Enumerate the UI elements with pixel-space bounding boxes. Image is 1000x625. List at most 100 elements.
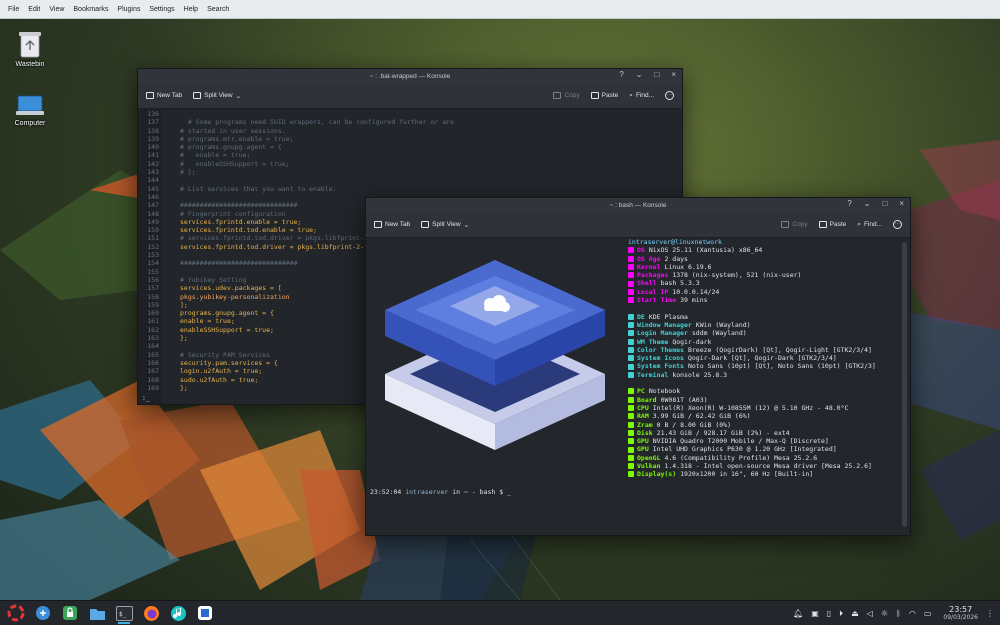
maximize-icon[interactable]: □ — [654, 70, 659, 79]
keepassxc-icon — [63, 606, 77, 620]
bluetooth-icon[interactable]: ᛒ — [896, 609, 901, 618]
folder-icon — [89, 608, 105, 620]
notifications-icon[interactable]: 🔔︎ — [793, 609, 803, 618]
media-player-icon[interactable]: ⏵ — [839, 609, 843, 619]
split-view-button[interactable]: Split View ⌄ — [421, 221, 469, 229]
line-number: 164 — [147, 342, 159, 351]
menu-search[interactable]: Search — [207, 6, 229, 13]
taskbar-app-office[interactable] — [194, 602, 216, 624]
close-icon[interactable]: × — [671, 70, 676, 79]
fastfetch-key: System Fonts — [637, 362, 684, 371]
menu-button[interactable]: ⋯ — [665, 91, 674, 100]
taskbar-app-music[interactable] — [167, 602, 189, 624]
line-number: 169 — [147, 383, 159, 392]
new-tab-label: New Tab — [157, 92, 183, 99]
minimize-icon[interactable]: ⌄ — [864, 199, 871, 208]
window-titlebar[interactable]: ~ : bash — Konsole ? ⌄ □ × — [366, 198, 910, 212]
wifi-icon[interactable]: ◠ — [909, 609, 916, 618]
desktop-environment-icon — [628, 313, 634, 320]
firefox-icon — [143, 605, 159, 621]
menu-edit[interactable]: Edit — [28, 6, 40, 13]
fastfetch-value: 4.6 (Compatibility Profile) Mesa 25.2.6 — [664, 453, 818, 462]
fastfetch-key: Vulkan — [637, 462, 661, 471]
menu-file[interactable]: File — [8, 6, 19, 13]
fastfetch-row: Color Themes Breeze (QogirDark) [Qt], Qog… — [628, 346, 876, 354]
paste-icon — [590, 92, 599, 99]
code-line: # enable = true; — [180, 151, 251, 160]
taskbar-app-firefox[interactable] — [140, 602, 162, 624]
menu-help[interactable]: Help — [184, 6, 198, 13]
fastfetch-key: DE — [637, 312, 645, 321]
menu-view[interactable]: View — [49, 6, 64, 13]
taskbar-app-konsole[interactable]: $_ — [113, 602, 135, 624]
fastfetch-value: 39 mins — [680, 296, 708, 305]
search-icon: ⌕ — [857, 220, 861, 228]
show-desktop-icon[interactable]: ⋮ — [986, 609, 994, 618]
app-menubar: File Edit View Bookmarks Plugins Setting… — [0, 0, 1000, 19]
desktop-icon-computer[interactable]: Computer — [2, 95, 58, 127]
music-player-icon — [170, 605, 186, 621]
clipboard-icon[interactable]: ▣ — [811, 609, 819, 618]
code-line: # programs.mtr.enable = true; — [180, 134, 294, 143]
close-icon[interactable]: × — [899, 199, 904, 208]
terminal-scrollbar[interactable] — [902, 242, 907, 527]
app-launcher-button[interactable] — [5, 602, 27, 624]
menu-settings[interactable]: Settings — [149, 6, 174, 13]
fastfetch-row: CPU Intel(R) Xeon(R) W-10855M (12) @ 5.10… — [628, 404, 876, 412]
fastfetch-value: KWin (Wayland) — [695, 320, 751, 329]
copy-button[interactable]: Copy — [781, 221, 808, 228]
find-button[interactable]: ⌕ Find... — [857, 221, 882, 229]
menu-button[interactable]: ⋯ — [893, 220, 902, 229]
fastfetch-row: GPU Intel UHD Graphics P630 @ 1.20 GHz [I… — [628, 445, 876, 453]
fastfetch-row: Display(s) 1920x1200 in 16", 60 Hz [Built… — [628, 470, 876, 478]
menu-plugins[interactable]: Plugins — [117, 6, 140, 13]
taskbar-app-files[interactable] — [86, 602, 108, 624]
window-titlebar[interactable]: ~ : .bat-wrapped — Konsole ? ⌄ □ × — [138, 69, 682, 83]
paste-button[interactable]: Paste — [818, 221, 847, 228]
maximize-icon[interactable]: □ — [882, 199, 887, 208]
device-icon[interactable]: ▯ — [827, 609, 831, 618]
line-number: 157 — [147, 284, 159, 293]
fastfetch-row: Kernel Linux 6.19.6 — [628, 263, 876, 271]
code-line: # programs.gnupg.agent = { — [180, 143, 282, 152]
fastfetch-value: 10.0.0.14/24 — [672, 287, 720, 296]
konsole-window-bash[interactable]: ~ : bash — Konsole ? ⌄ □ × New Tab Split… — [365, 197, 911, 536]
taskbar-app-lock[interactable] — [59, 602, 81, 624]
fastfetch-key: WM Theme — [637, 337, 669, 346]
paste-button[interactable]: Paste — [590, 92, 618, 99]
clock[interactable]: 23:57 09/03/2026 — [943, 605, 978, 622]
find-button[interactable]: ⌕ Find... — [629, 92, 654, 100]
split-view-button[interactable]: Split View ⌄ — [193, 92, 241, 100]
fastfetch-key: Packages — [637, 271, 669, 280]
new-tab-button[interactable]: New Tab — [374, 221, 410, 228]
fastfetch-value: 0W081T (A03) — [660, 395, 708, 404]
fastfetch-row: Vulkan 1.4.318 - Intel open-source Mesa d… — [628, 462, 876, 470]
fastfetch-row: Packages 1378 (nix-system), 521 (nix-user… — [628, 271, 876, 279]
split-view-label: Split View — [432, 221, 461, 228]
menu-bookmarks[interactable]: Bookmarks — [73, 6, 108, 13]
chevron-down-icon: ⌄ — [235, 92, 242, 100]
volume-icon[interactable]: ◁ — [867, 609, 873, 618]
taskbar-app-discover[interactable] — [32, 602, 54, 624]
fastfetch-row: Board 0W081T (A03) — [628, 396, 876, 404]
fastfetch-value: 1.4.318 - Intel open-source Mesa driver … — [664, 462, 872, 471]
help-icon[interactable]: ? — [847, 199, 851, 208]
fastfetch-row: RAM 3.99 GiB / 62.42 GiB (6%) — [628, 412, 876, 420]
battery-icon[interactable]: ▭ — [924, 609, 932, 618]
help-icon[interactable]: ? — [619, 70, 623, 79]
disks-icon[interactable]: ⏏ — [851, 609, 859, 618]
line-number: 162 — [147, 325, 159, 334]
copy-button[interactable]: Copy — [553, 92, 580, 99]
hamburger-menu-icon: ⋯ — [893, 220, 902, 229]
fastfetch-key: Zram — [637, 420, 653, 429]
terminal-view[interactable]: intraserver@linuxnetwork OS NixOS 25.11 (X… — [366, 238, 910, 535]
system-info-icon — [628, 288, 634, 295]
desktop-icon-wastebin[interactable]: Wastebin — [2, 30, 58, 68]
brightness-icon[interactable]: ☼ — [881, 609, 888, 618]
fastfetch-value: Breeze (QogirDark) [Qt], Qogir-Light [GT… — [687, 345, 872, 354]
new-tab-button[interactable]: New Tab — [146, 92, 182, 99]
minimize-icon[interactable]: ⌄ — [636, 70, 643, 79]
paste-label: Paste — [829, 221, 847, 228]
fastfetch-value: 1378 (nix-system), 521 (nix-user) — [672, 271, 802, 280]
window-title: ~ : bash — Konsole — [609, 201, 667, 209]
